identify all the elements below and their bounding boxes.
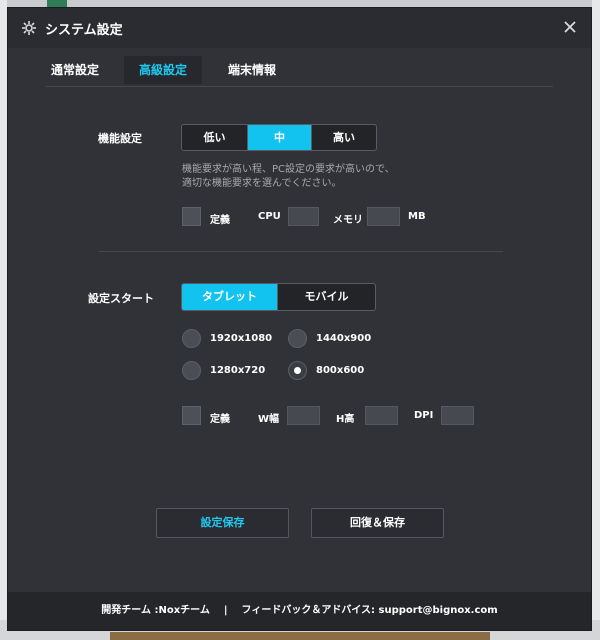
footer-feedback: フィードバック＆アドバイス: support@bignox.com [241,605,498,616]
performance-hint-line-1: 機能要求が高い程、PC設定の要求が高いので、 [182,164,395,175]
tab-bar: 通常設定 高級設定 端末情報 [8,48,591,84]
save-settings-button[interactable]: 設定保存 [156,508,289,538]
cpu-label: CPU [258,211,281,222]
mobile-option[interactable]: モバイル [278,284,375,310]
resolution-1920x1080-label: 1920x1080 [210,333,273,344]
tab-device-info[interactable]: 端末情報 [215,56,289,84]
dpi-input[interactable] [441,406,474,425]
resolution-1280x720-label: 1280x720 [210,365,266,376]
close-icon[interactable] [561,18,579,36]
tab-general-settings[interactable]: 通常設定 [40,56,110,84]
tab-advanced-settings[interactable]: 高級設定 [124,56,202,84]
performance-selector: 低い 中 高い [181,124,377,151]
memory-unit-label: MB [408,211,426,222]
performance-medium-option[interactable]: 中 [248,125,312,150]
title-bar: システム設定 [8,8,591,48]
width-input[interactable] [287,406,320,425]
resolution-custom-checkbox[interactable] [182,406,201,425]
restore-and-save-button[interactable]: 回復＆保存 [311,508,444,538]
background-bar [110,632,490,640]
footer: 開発チーム :Noxチーム | フィードバック＆アドバイス: support@big… [8,592,591,630]
performance-low-option[interactable]: 低い [182,125,248,150]
background-window-edge-left [0,0,7,640]
background-window-edge-right [592,0,600,640]
performance-custom-checkbox[interactable] [182,207,201,226]
dialog-title: システム設定 [45,22,123,38]
footer-team: 開発チーム :Noxチーム [101,605,210,616]
resolution-1440x900-label: 1440x900 [316,333,372,344]
width-label: W幅 [258,414,280,425]
resolution-1920x1080-radio[interactable] [182,329,201,348]
startup-mode-selector: タブレット モバイル [181,283,376,311]
resolution-800x600-label: 800x600 [316,365,365,376]
performance-label: 機能設定 [98,132,142,145]
cpu-input[interactable] [288,207,319,226]
performance-custom-label: 定義 [210,215,230,226]
height-label: H高 [336,414,355,425]
system-settings-dialog: システム設定 通常設定 高級設定 端末情報 機能設定 低い 中 高い 機能要求が… [7,7,592,631]
performance-hint-line-2: 適切な機能要求を選んでください。 [182,178,342,189]
resolution-1440x900-radio[interactable] [288,329,307,348]
footer-separator: | [223,605,228,616]
tab-divider [46,86,553,87]
performance-high-option[interactable]: 高い [312,125,376,150]
section-divider [98,251,503,252]
tablet-option[interactable]: タブレット [182,284,278,310]
background-app-icon [47,0,67,7]
gear-icon [21,20,37,36]
dpi-label: DPI [414,410,434,421]
resolution-custom-label: 定義 [210,414,230,425]
startup-mode-label: 設定スタート [88,292,154,305]
memory-label: メモリ [333,215,363,226]
resolution-1280x720-radio[interactable] [182,361,201,380]
resolution-800x600-radio[interactable] [288,361,307,380]
height-input[interactable] [365,406,398,425]
memory-input[interactable] [367,207,400,226]
